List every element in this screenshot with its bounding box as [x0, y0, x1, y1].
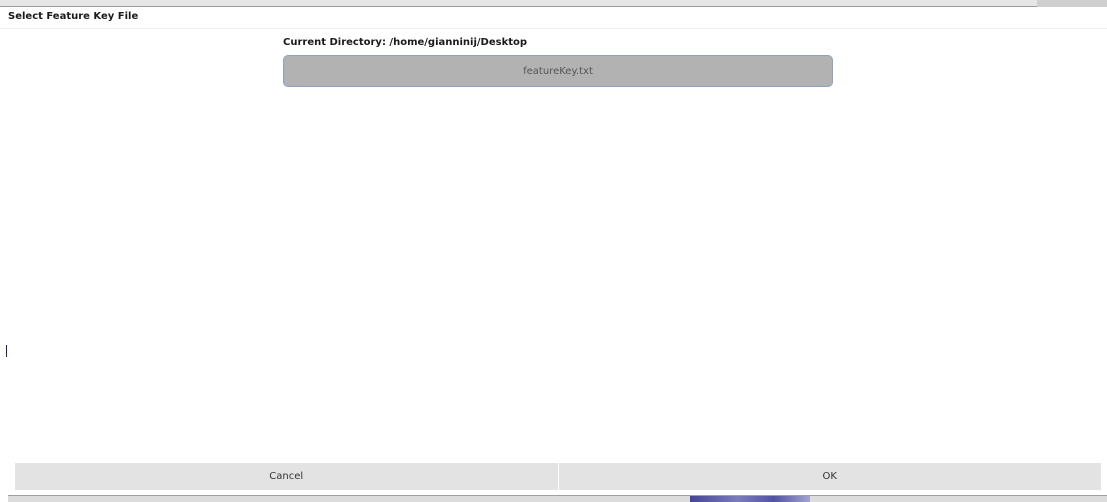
dialog-button-bar: Cancel OK: [15, 463, 1101, 490]
dialog-title: Select Feature Key File: [8, 11, 139, 22]
window-bottom-edge: [8, 495, 1107, 502]
title-divider: [0, 28, 1107, 29]
ok-button[interactable]: OK: [558, 463, 1101, 490]
window-top-edge: [0, 0, 1107, 7]
background-window-fragment: [690, 496, 810, 502]
window-top-edge-shade: [1037, 0, 1107, 7]
left-edge-marker: [6, 345, 7, 357]
file-list-item[interactable]: featureKey.txt: [283, 55, 833, 87]
cancel-button[interactable]: Cancel: [15, 463, 559, 490]
screen: Select Feature Key File Current Director…: [0, 0, 1107, 502]
current-directory-label: Current Directory: /home/gianninij/Deskt…: [283, 37, 528, 48]
